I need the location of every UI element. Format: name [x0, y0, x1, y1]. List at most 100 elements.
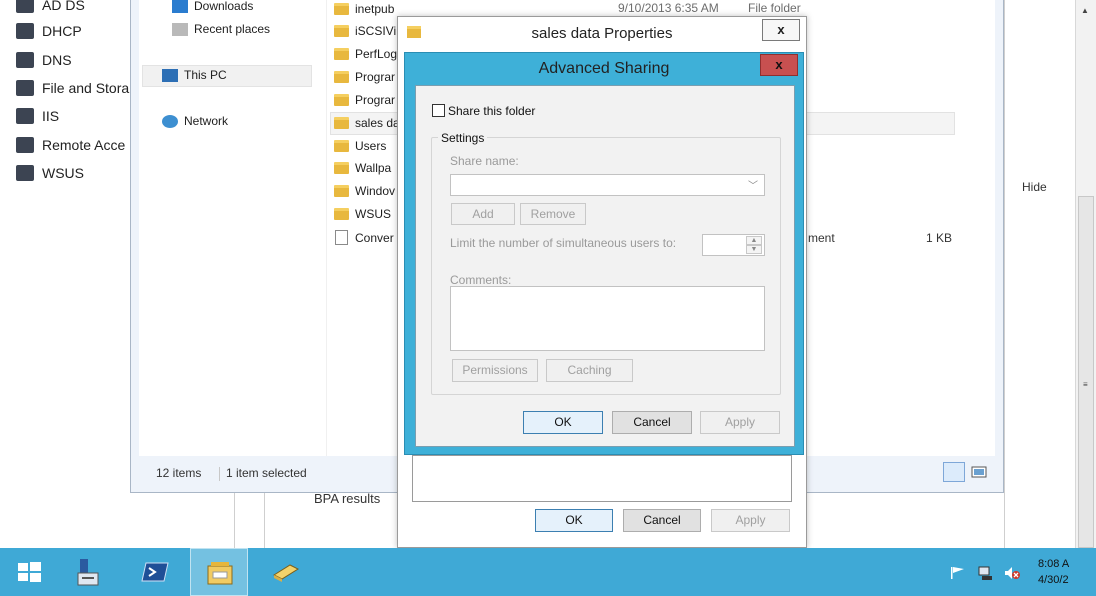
- add-button[interactable]: Add: [451, 203, 515, 225]
- divider: [264, 493, 265, 548]
- grip-icon: ≡: [1083, 380, 1088, 389]
- large-icons-view-icon[interactable]: [970, 463, 988, 481]
- hide-link[interactable]: Hide: [1022, 180, 1047, 194]
- file-row[interactable]: Conver: [334, 228, 394, 247]
- folder-icon: [334, 116, 349, 129]
- windows-logo-icon: [18, 562, 41, 582]
- taskbar: 8:08 A 4/30/2: [0, 548, 1096, 596]
- folder-icon: [334, 2, 349, 15]
- cancel-button[interactable]: Cancel: [612, 411, 692, 434]
- divider: [234, 493, 235, 548]
- nav-pane-this-pc[interactable]: This PC: [162, 68, 227, 82]
- apply-button[interactable]: Apply: [700, 411, 780, 434]
- folder-icon: [334, 47, 349, 60]
- permissions-button[interactable]: Permissions: [452, 359, 538, 382]
- nav-pane-recent-places[interactable]: Recent places: [172, 22, 270, 36]
- taskbar-server-manager[interactable]: [58, 548, 116, 596]
- remove-button[interactable]: Remove: [520, 203, 586, 225]
- comments-textarea[interactable]: [450, 286, 765, 351]
- nav-item-dhcp[interactable]: DHCP: [16, 20, 82, 42]
- comments-label: Comments:: [450, 273, 512, 287]
- advanced-sharing-body: Share this folder Settings Share name: ﹀…: [415, 85, 795, 447]
- file-row[interactable]: PerfLog: [334, 44, 397, 63]
- flag-icon[interactable]: [950, 566, 966, 580]
- share-folder-checkbox[interactable]: [432, 104, 445, 117]
- dns-icon: [16, 52, 34, 68]
- scroll-thumb[interactable]: [1078, 196, 1094, 548]
- powershell-icon: [141, 562, 169, 582]
- spin-down-icon[interactable]: ▼: [746, 245, 762, 254]
- folder-icon: [334, 139, 349, 152]
- properties-ok-button[interactable]: OK: [535, 509, 613, 532]
- spin-up-icon[interactable]: ▲: [746, 236, 762, 245]
- file-row[interactable]: inetpub: [334, 0, 394, 18]
- pane-splitter[interactable]: [326, 0, 327, 456]
- advanced-sharing-close-button[interactable]: x: [760, 54, 798, 76]
- ok-button[interactable]: OK: [523, 411, 603, 434]
- taskbar-clock[interactable]: 8:08 A 4/30/2: [1038, 556, 1069, 588]
- nav-item-dns[interactable]: DNS: [16, 49, 72, 71]
- vertical-scrollbar[interactable]: ▲ ≡ ▼: [1075, 0, 1096, 593]
- advanced-sharing-title: Advanced Sharing: [538, 60, 670, 77]
- file-row[interactable]: WSUS: [334, 204, 391, 223]
- nav-item-remote-access[interactable]: Remote Acce: [16, 134, 125, 156]
- start-button[interactable]: [0, 548, 58, 596]
- advanced-sharing-dialog: Advanced Sharing x Share this folder Set…: [404, 52, 804, 455]
- network-tray-icon[interactable]: [978, 566, 994, 580]
- type-cell: ment: [808, 231, 835, 245]
- status-selection: 1 item selected: [226, 466, 307, 480]
- properties-dialog-title: sales data Properties: [531, 25, 673, 42]
- share-name-label: Share name:: [450, 154, 519, 168]
- server-manager-nav: AD DS DHCP DNS File and Stora IIS Remote…: [0, 0, 140, 548]
- nav-pane-network[interactable]: Network: [162, 114, 228, 128]
- file-row[interactable]: iSCSIVi: [334, 21, 396, 40]
- share-folder-label[interactable]: Share this folder: [448, 104, 535, 118]
- server-manager-icon: [77, 559, 99, 586]
- folder-icon: [334, 24, 349, 37]
- folder-icon: [334, 93, 349, 106]
- bpa-results-label: BPA results: [314, 491, 381, 506]
- this-pc-icon: [162, 68, 178, 82]
- nav-item-iis[interactable]: IIS: [16, 105, 59, 127]
- folder-icon: [334, 207, 349, 220]
- properties-close-button[interactable]: x: [762, 19, 800, 41]
- iis-icon: [16, 108, 34, 124]
- chevron-down-icon[interactable]: ﹀: [748, 177, 758, 192]
- type-cell: File folder: [748, 1, 801, 15]
- nav-item-wsus[interactable]: WSUS: [16, 162, 84, 184]
- ad-ds-icon: [16, 0, 34, 13]
- properties-cancel-button[interactable]: Cancel: [623, 509, 701, 532]
- scroll-up-icon[interactable]: ▲: [1081, 6, 1089, 15]
- disk-tool-icon: [272, 564, 300, 582]
- divider: [1004, 0, 1005, 548]
- folder-icon: [334, 161, 349, 174]
- taskbar-app[interactable]: [256, 548, 314, 596]
- properties-apply-button[interactable]: Apply: [711, 509, 790, 532]
- document-icon: [335, 230, 348, 245]
- taskbar-powershell[interactable]: [126, 548, 184, 596]
- size-cell: 1 KB: [926, 231, 953, 245]
- file-row-selected[interactable]: sales da: [334, 113, 400, 132]
- file-row[interactable]: Users: [334, 136, 386, 155]
- file-row[interactable]: Prograr: [334, 90, 395, 109]
- file-explorer-icon: [207, 562, 233, 585]
- remote-access-icon: [16, 137, 34, 153]
- file-row[interactable]: Windov: [334, 181, 395, 200]
- user-limit-spinner[interactable]: ▲ ▼: [702, 234, 765, 256]
- caching-button[interactable]: Caching: [546, 359, 633, 382]
- status-item-count: 12 items: [156, 466, 202, 480]
- date-modified-cell: 9/10/2013 6:35 AM: [618, 1, 719, 15]
- share-name-combo[interactable]: ﹀: [450, 174, 765, 196]
- volume-muted-icon[interactable]: [1004, 566, 1020, 580]
- nav-item-file-storage[interactable]: File and Stora: [16, 77, 129, 99]
- details-view-icon[interactable]: [943, 462, 965, 482]
- taskbar-file-explorer[interactable]: [190, 548, 248, 596]
- limit-users-label: Limit the number of simultaneous users t…: [450, 236, 677, 250]
- nav-pane-downloads[interactable]: Downloads: [172, 0, 253, 13]
- properties-content-box: [412, 455, 792, 502]
- file-row[interactable]: Prograr: [334, 67, 395, 86]
- file-row[interactable]: Wallpa: [334, 158, 391, 177]
- clock-date: 4/30/2: [1038, 574, 1069, 586]
- folder-icon: [334, 184, 349, 197]
- nav-item-ad-ds[interactable]: AD DS: [16, 0, 85, 16]
